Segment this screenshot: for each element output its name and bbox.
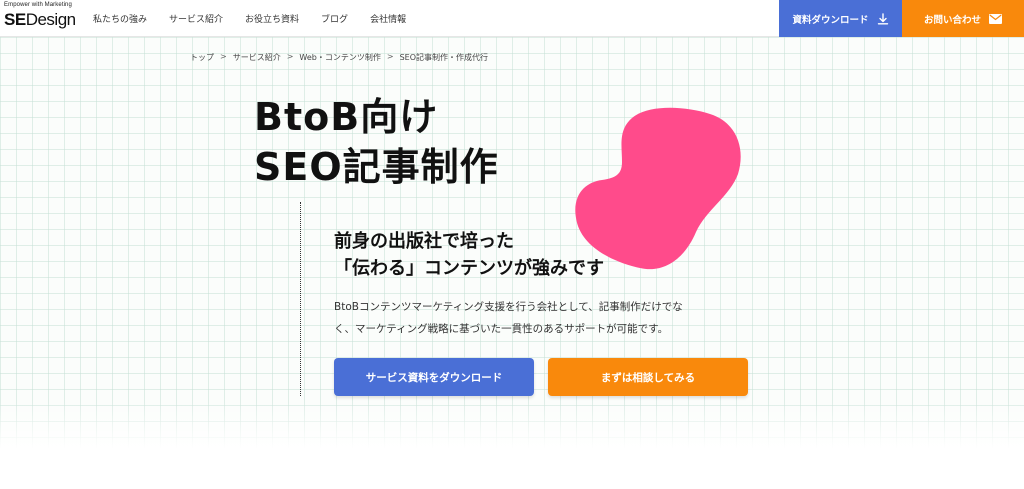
- breadcrumb-item-web-content[interactable]: Web・コンテンツ制作: [299, 52, 380, 63]
- logo-design: Design: [25, 10, 76, 29]
- mail-icon: [989, 13, 1002, 24]
- dotted-divider: [300, 202, 301, 396]
- nav-item-services[interactable]: サービス紹介: [169, 12, 223, 25]
- logo-wordmark: SEDesign: [4, 10, 76, 30]
- breadcrumb-item-services[interactable]: サービス紹介: [233, 52, 281, 63]
- page-title: BtoB向け SEO記事制作: [254, 92, 499, 192]
- nav-item-company[interactable]: 会社情報: [370, 12, 406, 25]
- logo-tagline: Empower with Marketing: [4, 2, 72, 8]
- logo[interactable]: Empower with Marketing SEDesign: [4, 2, 76, 34]
- site-header: Empower with Marketing SEDesign 私たちの強み サ…: [0, 0, 1024, 37]
- download-icon: [877, 12, 889, 25]
- breadcrumb-item-current: SEO記事制作・作成代行: [399, 53, 488, 62]
- hero-description-line1: BtoBコンテンツマーケティング支援を行う会社として、記事制作だけでな: [334, 301, 683, 313]
- hero-description: BtoBコンテンツマーケティング支援を行う会社として、記事制作だけでな く、マー…: [334, 296, 683, 340]
- main-nav: 私たちの強み サービス紹介 お役立ち資料 ブログ 会社情報: [93, 0, 428, 37]
- hero-subtitle-line1: 前身の出版社で培った: [334, 231, 514, 252]
- hero-description-line2: く、マーケティング戦略に基づいた一貫性のあるサポートが可能です。: [334, 323, 669, 335]
- breadcrumb-item-top[interactable]: トップ: [190, 52, 214, 63]
- consult-button[interactable]: まずは相談してみる: [548, 358, 748, 396]
- hero-subtitle: 前身の出版社で培った 「伝わる」コンテンツが強みです: [334, 228, 604, 282]
- breadcrumb-separator: >: [286, 52, 294, 61]
- breadcrumb-separator: >: [220, 52, 227, 61]
- contact-button[interactable]: お問い合わせ: [902, 0, 1024, 37]
- breadcrumb: トップ > サービス紹介 > Web・コンテンツ制作 > SEO記事制作・作成代…: [190, 52, 488, 63]
- breadcrumb-separator: >: [386, 52, 394, 61]
- nav-item-resources[interactable]: お役立ち資料: [245, 12, 299, 25]
- hero-fade: [0, 400, 1024, 489]
- nav-item-strengths[interactable]: 私たちの強み: [93, 12, 147, 25]
- download-materials-button[interactable]: 資料ダウンロード: [779, 0, 902, 37]
- nav-item-blog[interactable]: ブログ: [321, 12, 348, 25]
- hero-subtitle-line2: 「伝わる」コンテンツが強みです: [334, 258, 604, 279]
- consult-label: まずは相談してみる: [600, 371, 696, 384]
- download-materials-label: 資料ダウンロード: [792, 14, 869, 26]
- logo-se: SE: [4, 10, 26, 29]
- page-title-line2: SEO記事制作: [254, 145, 499, 189]
- service-materials-download-button[interactable]: サービス資料をダウンロード: [334, 358, 534, 396]
- contact-label: お問い合わせ: [923, 14, 981, 26]
- page-title-line1: BtoB向け: [254, 95, 439, 139]
- service-materials-download-label: サービス資料をダウンロード: [365, 371, 503, 384]
